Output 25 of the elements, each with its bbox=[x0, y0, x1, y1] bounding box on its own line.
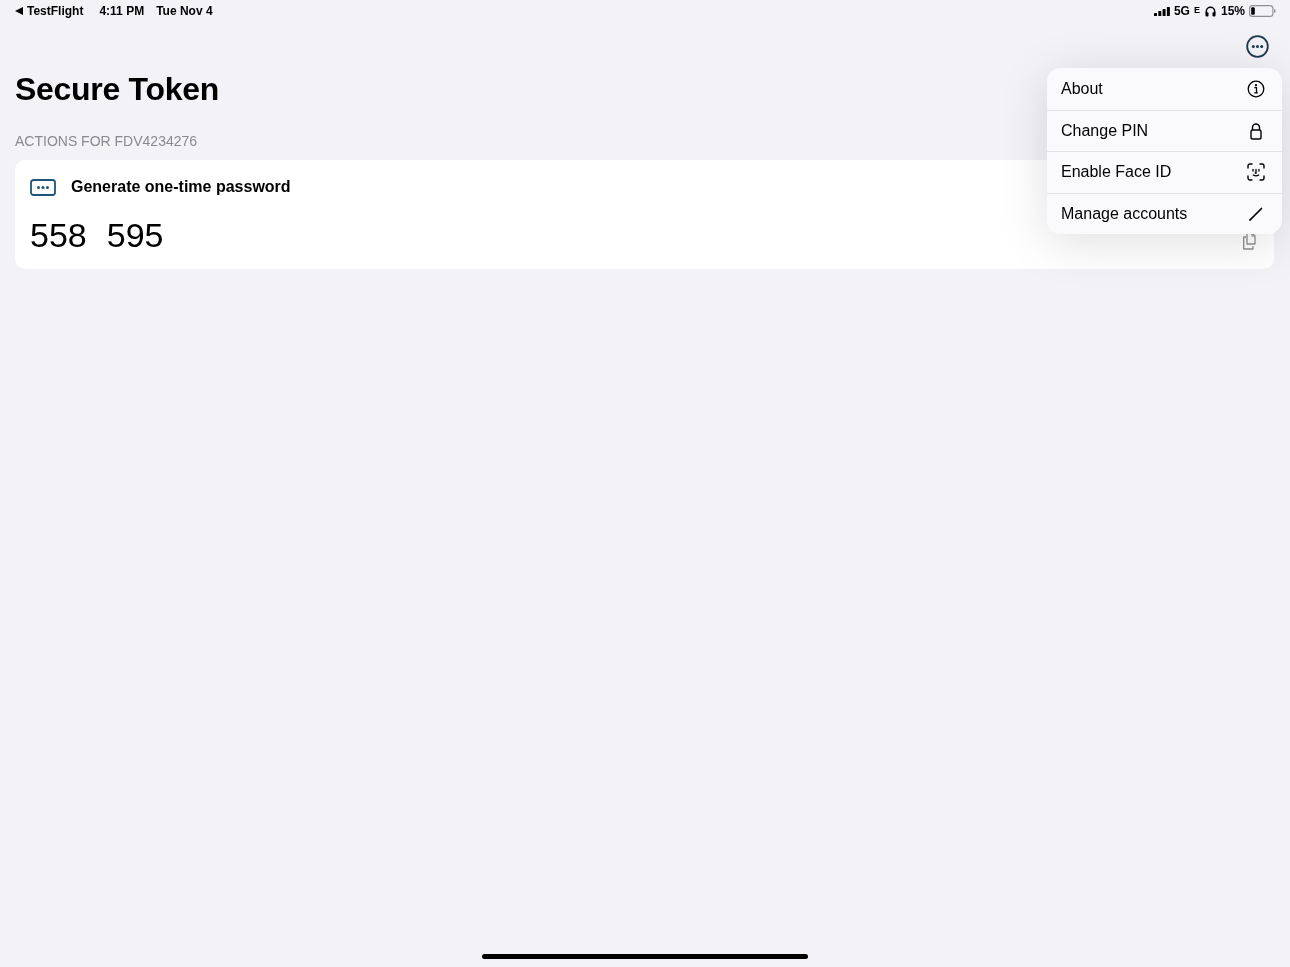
signal-bars-icon bbox=[1153, 6, 1170, 16]
battery-percent: 15% bbox=[1220, 3, 1245, 20]
lock-icon bbox=[1247, 121, 1265, 140]
password-dots-icon bbox=[30, 178, 56, 196]
section-header: ACTIONS FOR FDV4234276 bbox=[15, 132, 198, 150]
page-title: Secure Token bbox=[15, 70, 219, 108]
headphones-icon bbox=[1204, 5, 1216, 17]
otp-code: 595 bbox=[106, 215, 164, 255]
face-scan-icon bbox=[1247, 163, 1265, 182]
action-label[interactable]: Generate one-time password bbox=[71, 176, 291, 198]
status-date: Tue Nov 4 bbox=[155, 3, 213, 20]
back-triangle-icon[interactable] bbox=[15, 7, 23, 15]
menu-item[interactable]: About bbox=[1047, 68, 1282, 110]
status-time: 4:11 PM bbox=[99, 3, 145, 20]
network-suffix: E bbox=[1193, 4, 1200, 18]
info-icon bbox=[1247, 79, 1265, 98]
battery-icon bbox=[1249, 5, 1276, 17]
otp-code: 558 bbox=[30, 215, 87, 255]
network-type: 5G bbox=[1173, 3, 1190, 20]
menu-item[interactable]: Manage accounts bbox=[1047, 192, 1282, 234]
menu-item[interactable]: Enable Face ID bbox=[1047, 151, 1282, 193]
more-options-icon[interactable] bbox=[1246, 35, 1269, 58]
copy-icon[interactable] bbox=[1242, 232, 1259, 250]
menu-item[interactable]: Change PIN bbox=[1047, 109, 1282, 151]
back-link[interactable]: TestFlight bbox=[27, 2, 84, 20]
